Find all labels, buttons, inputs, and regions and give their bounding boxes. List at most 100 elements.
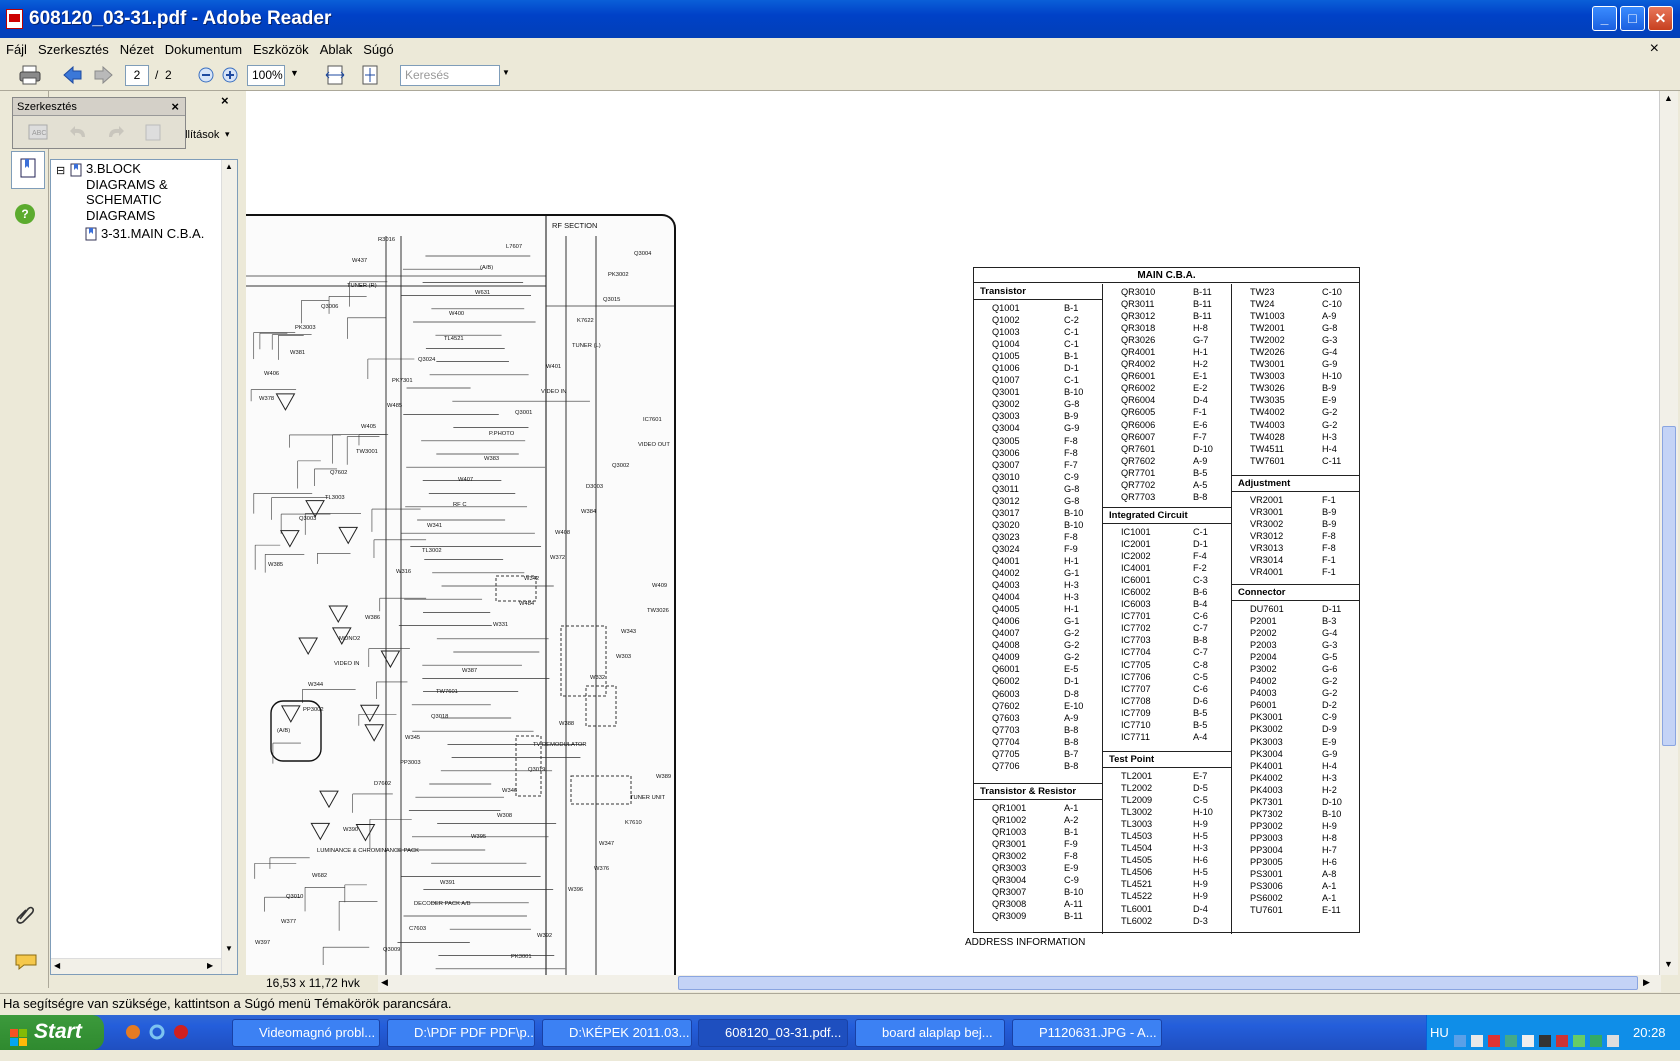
table-row: IC6003 B-4	[1121, 598, 1208, 610]
edit-palette-close-icon[interactable]: ×	[171, 99, 179, 114]
comments-icon[interactable]	[14, 953, 38, 974]
tray-icons[interactable]	[1454, 1026, 1620, 1061]
grid-address: E-2	[1193, 383, 1208, 394]
options-dropdown-icon[interactable]: ▾	[225, 129, 230, 140]
taskbar-item-folder-pdf[interactable]: D:\PDF PDF PDF\p...	[387, 1019, 535, 1047]
zoom-level-field[interactable]: 100%	[247, 65, 285, 86]
taskbar-item-browser[interactable]: Videomagnó probl...	[232, 1019, 380, 1047]
minimize-button[interactable]: _	[1592, 6, 1617, 31]
table-row: Q7704 B-8	[992, 736, 1083, 748]
menu-document[interactable]: Dokumentum	[165, 42, 242, 57]
menu-file[interactable]: Fájl	[6, 42, 27, 57]
taskbar-item-image-viewer[interactable]: P1120631.JPG - A...	[1012, 1019, 1162, 1047]
component-ref: Q1004	[992, 339, 1020, 350]
help-icon[interactable]: ?	[15, 204, 35, 224]
schematic-label: LUMINANCE & CHROMINANCE PACK	[317, 848, 419, 854]
windows-logo-icon	[10, 1024, 28, 1058]
integrated-circuit-header: Integrated Circuit	[1103, 508, 1231, 524]
page-number-input[interactable]: 2	[125, 65, 149, 86]
scroll-left-icon[interactable]: ◀	[381, 977, 388, 988]
bookmark-item-block-diagrams[interactable]: 3.BLOCK DIAGRAMS & SCHEMATIC DIAGRAMS	[86, 161, 181, 223]
quicklaunch-firefox-icon[interactable]	[125, 1024, 141, 1043]
scroll-up-icon[interactable]: ▲	[225, 162, 233, 171]
attachments-icon[interactable]	[14, 903, 36, 928]
table-row: Q3011 G-8	[992, 483, 1083, 495]
close-button[interactable]: ✕	[1648, 6, 1673, 31]
document-horizontal-scrollbar[interactable]: ◀ ▶	[378, 975, 1661, 992]
component-ref: Q6003	[992, 688, 1020, 699]
scroll-up-icon[interactable]: ▲	[1664, 93, 1673, 103]
language-indicator[interactable]: HU	[1430, 1015, 1449, 1050]
menu-help[interactable]: Súgó	[363, 42, 393, 57]
horizontal-scroll-thumb[interactable]	[678, 976, 1638, 990]
scroll-left-icon[interactable]: ◀	[54, 961, 60, 970]
schematic-label: W395	[471, 834, 486, 840]
scroll-down-icon[interactable]: ▼	[1664, 959, 1673, 969]
next-page-icon[interactable]	[93, 64, 115, 89]
table-row: QR7702 A-5	[1121, 479, 1213, 491]
redo-icon[interactable]	[105, 123, 125, 144]
component-ref: TL3003	[1121, 819, 1153, 830]
table-row: IC6001 C-3	[1121, 574, 1208, 586]
quicklaunch-ie-icon[interactable]	[149, 1024, 165, 1043]
zoom-dropdown-icon[interactable]: ▼	[290, 68, 299, 78]
table-row: VR3012 F-8	[1250, 530, 1336, 542]
print-icon[interactable]	[18, 64, 42, 86]
bookmark-icon	[85, 227, 97, 244]
zoom-out-icon[interactable]	[197, 66, 215, 87]
table-row: P2001 B-3	[1250, 615, 1342, 627]
taskbar-item-board[interactable]: board alaplap bej...	[855, 1019, 1005, 1047]
grid-address: D-8	[1064, 688, 1079, 699]
scroll-right-icon[interactable]: ▶	[1643, 977, 1650, 988]
spellcheck-icon[interactable]: ABC	[27, 122, 49, 145]
maximize-button[interactable]: □	[1620, 6, 1645, 31]
document-close-icon[interactable]: ×	[1650, 40, 1659, 58]
schematic-label: W409	[652, 583, 667, 589]
component-ref: Q1005	[992, 351, 1020, 362]
undo-icon[interactable]	[69, 123, 89, 144]
menu-view[interactable]: Nézet	[120, 42, 154, 57]
menu-edit[interactable]: Szerkesztés	[38, 42, 109, 57]
grid-address: G-4	[1322, 628, 1338, 639]
previous-page-icon[interactable]	[61, 64, 83, 89]
fit-width-icon[interactable]	[324, 64, 346, 89]
component-ref: TW4028	[1250, 431, 1285, 442]
menu-tools[interactable]: Eszközök	[253, 42, 309, 57]
qr-table: QR3010 B-11 QR3011 B-11 QR3012 B-11 QR3018 H-8 Q…	[1121, 286, 1213, 503]
taskbar-item-folder-kepek[interactable]: D:\KÉPEK 2011.03...	[542, 1019, 692, 1047]
fit-page-icon[interactable]	[359, 64, 381, 89]
component-ref: TL4521	[1121, 879, 1153, 890]
component-ref: Q3007	[992, 459, 1020, 470]
bookmarks-tab[interactable]	[11, 151, 45, 189]
zoom-in-icon[interactable]	[221, 66, 239, 87]
menu-window[interactable]: Ablak	[320, 42, 353, 57]
scroll-right-icon[interactable]: ▶	[207, 961, 213, 970]
start-button[interactable]: Start	[0, 1015, 104, 1050]
scroll-down-icon[interactable]: ▼	[225, 944, 233, 953]
search-dropdown-icon[interactable]: ▼	[502, 68, 510, 77]
document-vertical-scrollbar[interactable]: ▲ ▼	[1659, 91, 1678, 975]
nav-panel-close-icon[interactable]: ×	[221, 93, 229, 108]
component-ref: IC7710	[1121, 719, 1151, 730]
quicklaunch-opera-icon[interactable]	[173, 1024, 189, 1043]
vertical-scroll-thumb[interactable]	[1662, 426, 1676, 746]
bookmarks-scrollbar[interactable]: ▲ ▼	[221, 160, 237, 974]
grid-address: A-5	[1193, 479, 1208, 490]
bookmark-item-main-cba[interactable]: 3-31.MAIN C.B.A.	[101, 226, 204, 241]
table-row: Q1004 C-1	[992, 338, 1083, 350]
component-ref: IC4001	[1121, 563, 1151, 574]
component-ref: IC7709	[1121, 707, 1151, 718]
taskbar-item-adobe-reader[interactable]: 608120_03-31.pdf...	[698, 1019, 848, 1047]
schematic-label: W384	[581, 509, 597, 515]
collapse-toggle-icon[interactable]: ⊟	[56, 164, 65, 177]
component-ref: Q4001	[992, 555, 1020, 566]
component-ref: PK7302	[1250, 808, 1283, 819]
schematic-label: (A/B)	[480, 265, 493, 271]
schematic-label: W386	[365, 615, 380, 621]
paste-icon[interactable]	[143, 122, 163, 145]
table-row: Q7705 B-7	[992, 748, 1083, 760]
search-input[interactable]: Keresés	[400, 65, 500, 86]
bookmarks-hscrollbar[interactable]: ◀ ▶	[51, 958, 221, 974]
grid-address: C-5	[1193, 795, 1208, 806]
schematic-label: K7622	[577, 318, 594, 324]
